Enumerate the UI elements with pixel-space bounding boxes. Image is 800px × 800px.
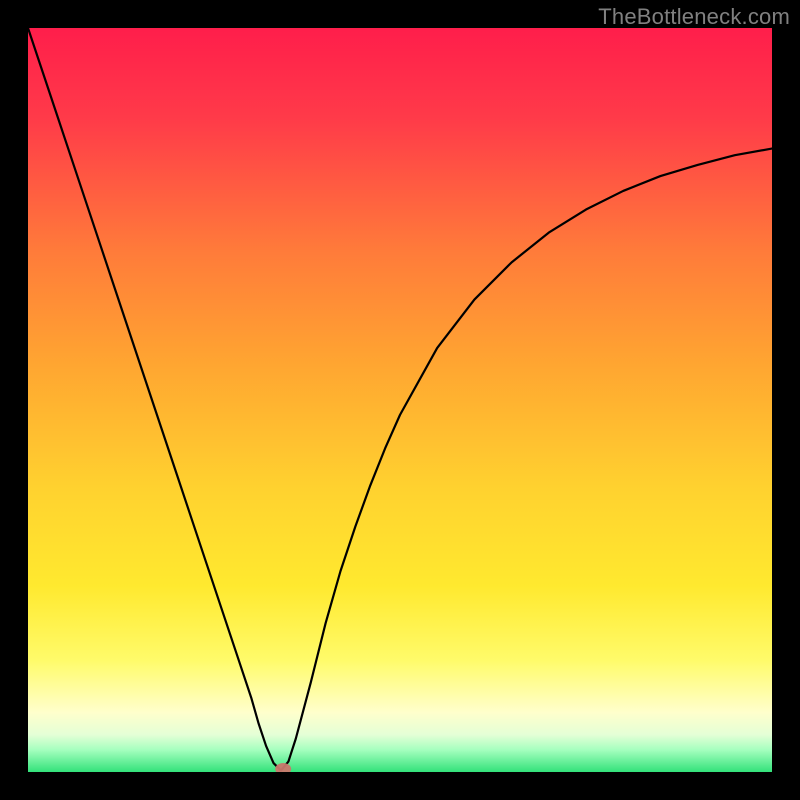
chart-frame: TheBottleneck.com <box>0 0 800 800</box>
watermark-text: TheBottleneck.com <box>598 4 790 30</box>
gradient-background <box>28 28 772 772</box>
plot-area <box>28 28 772 772</box>
chart-svg <box>28 28 772 772</box>
